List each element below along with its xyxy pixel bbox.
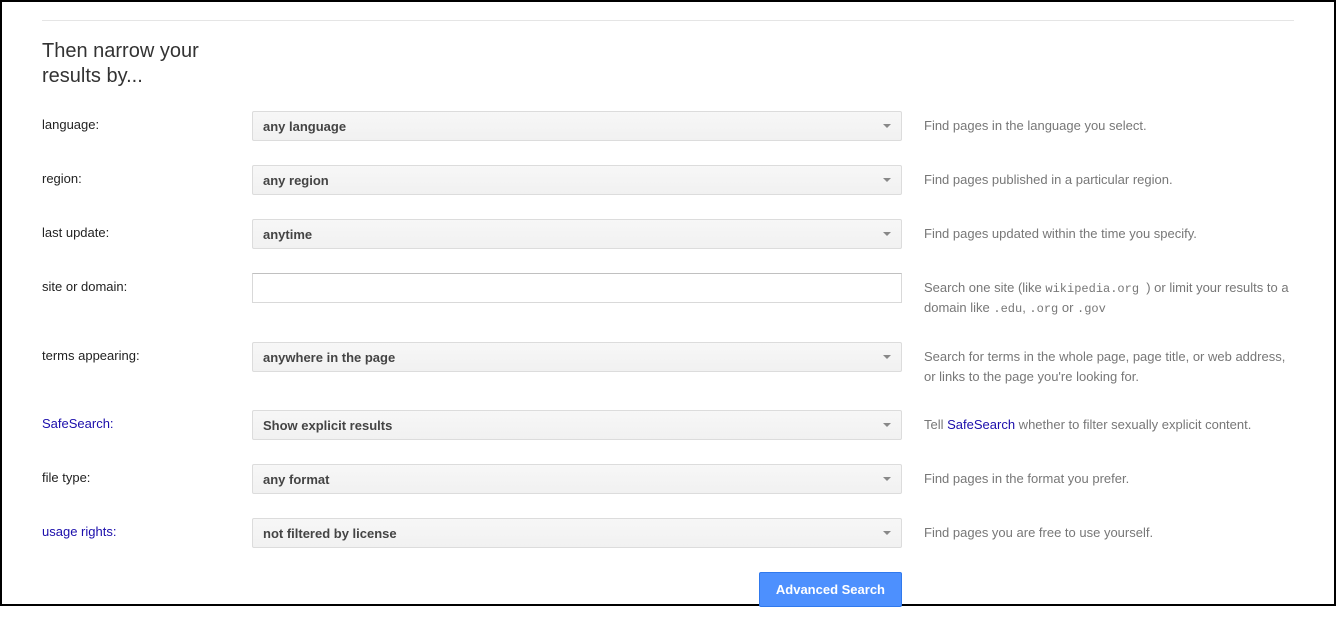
label-language: language: [42, 111, 252, 132]
usage-rights-label-link[interactable]: usage rights: [42, 524, 116, 539]
desc-file-type: Find pages in the format you prefer. [924, 464, 1294, 489]
section-title: Then narrow your results by... [42, 39, 222, 89]
dropdown-file-type-value: any format [263, 472, 329, 487]
row-language: language: any language Find pages in the… [42, 111, 1294, 141]
desc-safesearch-text: Tell [924, 417, 947, 432]
desc-safesearch-text: whether to filter sexually explicit cont… [1015, 417, 1251, 432]
dropdown-terms-value: anywhere in the page [263, 350, 395, 365]
input-site-domain[interactable] [252, 273, 902, 303]
desc-site-text: Search one site (like [924, 280, 1045, 295]
advanced-search-button[interactable]: Advanced Search [759, 572, 902, 607]
dropdown-safesearch-value: Show explicit results [263, 418, 392, 433]
dropdown-language[interactable]: any language [252, 111, 902, 141]
row-last-update: last update: anytime Find pages updated … [42, 219, 1294, 249]
dropdown-file-type[interactable]: any format [252, 464, 902, 494]
desc-site-code: .edu [993, 302, 1022, 316]
row-safesearch: SafeSearch: Show explicit results Tell S… [42, 410, 1294, 440]
desc-site-code: .org [1029, 302, 1058, 316]
dropdown-region-value: any region [263, 173, 329, 188]
label-usage-rights: usage rights: [42, 518, 252, 539]
label-safesearch: SafeSearch: [42, 410, 252, 431]
chevron-down-icon [883, 178, 891, 182]
dropdown-terms-appearing[interactable]: anywhere in the page [252, 342, 902, 372]
submit-row: Advanced Search [42, 572, 1294, 607]
chevron-down-icon [883, 531, 891, 535]
desc-site-text: or [1058, 300, 1077, 315]
chevron-down-icon [883, 124, 891, 128]
label-site-domain: site or domain: [42, 273, 252, 294]
row-region: region: any region Find pages published … [42, 165, 1294, 195]
desc-site-domain: Search one site (like wikipedia.org ) or… [924, 273, 1294, 318]
chevron-down-icon [883, 232, 891, 236]
desc-usage-rights: Find pages you are free to use yourself. [924, 518, 1294, 543]
safesearch-desc-link[interactable]: SafeSearch [947, 417, 1015, 432]
chevron-down-icon [883, 355, 891, 359]
row-usage-rights: usage rights: not filtered by license Fi… [42, 518, 1294, 548]
top-divider [42, 20, 1294, 21]
label-file-type: file type: [42, 464, 252, 485]
row-site-domain: site or domain: Search one site (like wi… [42, 273, 1294, 318]
dropdown-language-value: any language [263, 119, 346, 134]
dropdown-last-update[interactable]: anytime [252, 219, 902, 249]
desc-site-code: .gov [1077, 302, 1106, 316]
label-region: region: [42, 165, 252, 186]
safesearch-label-link[interactable]: SafeSearch: [42, 416, 114, 431]
dropdown-safesearch[interactable]: Show explicit results [252, 410, 902, 440]
desc-last-update: Find pages updated within the time you s… [924, 219, 1294, 244]
desc-site-code: wikipedia.org [1045, 282, 1146, 296]
desc-terms-appearing: Search for terms in the whole page, page… [924, 342, 1294, 386]
row-terms-appearing: terms appearing: anywhere in the page Se… [42, 342, 1294, 386]
label-terms-appearing: terms appearing: [42, 342, 252, 363]
dropdown-last-update-value: anytime [263, 227, 312, 242]
desc-region: Find pages published in a particular reg… [924, 165, 1294, 190]
desc-language: Find pages in the language you select. [924, 111, 1294, 136]
dropdown-region[interactable]: any region [252, 165, 902, 195]
dropdown-usage-rights-value: not filtered by license [263, 526, 397, 541]
label-last-update: last update: [42, 219, 252, 240]
row-file-type: file type: any format Find pages in the … [42, 464, 1294, 494]
chevron-down-icon [883, 423, 891, 427]
desc-safesearch: Tell SafeSearch whether to filter sexual… [924, 410, 1294, 435]
dropdown-usage-rights[interactable]: not filtered by license [252, 518, 902, 548]
chevron-down-icon [883, 477, 891, 481]
